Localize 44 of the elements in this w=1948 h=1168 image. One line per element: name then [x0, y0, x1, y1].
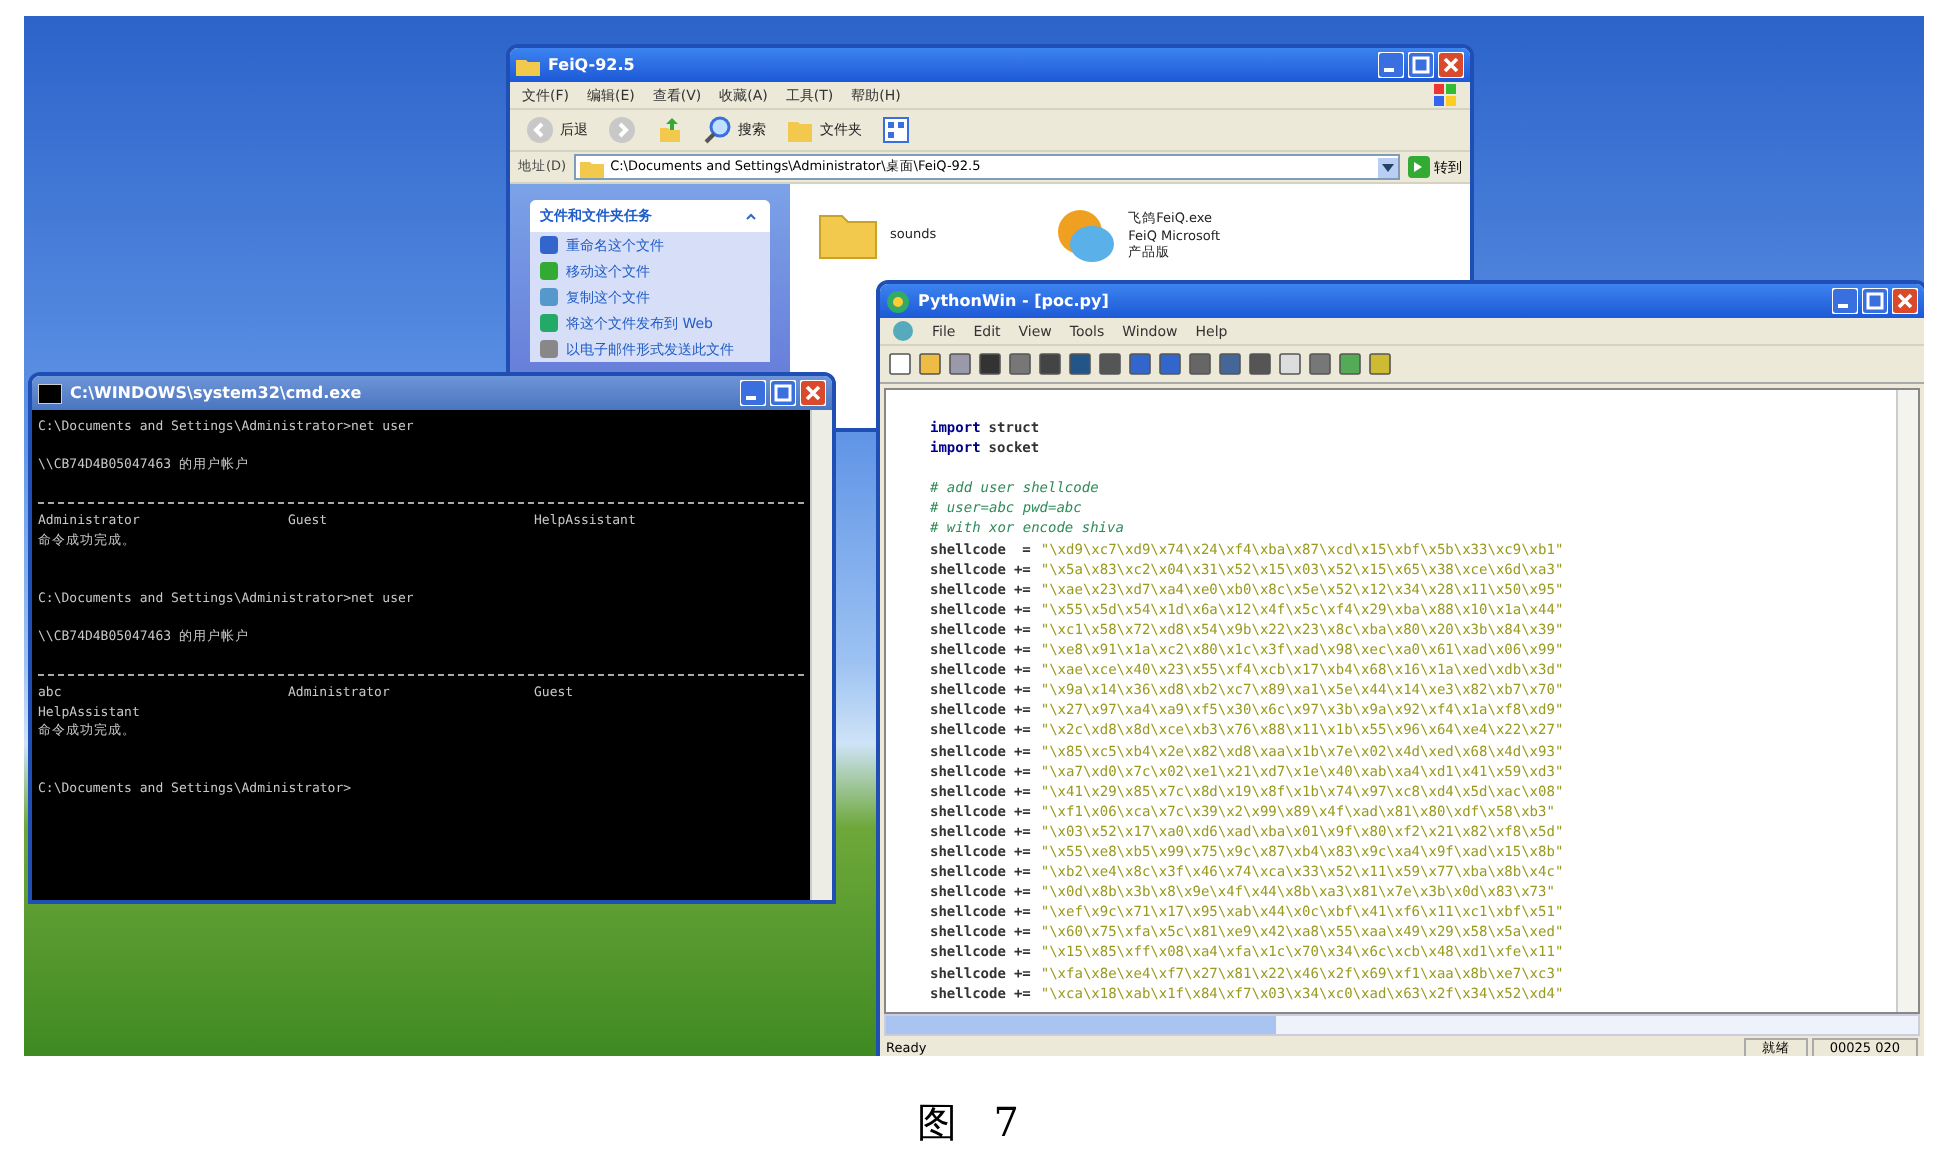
minimize-icon[interactable]	[1832, 288, 1858, 314]
toolbar-icon[interactable]	[1128, 352, 1152, 376]
window-title: FeiQ-92.5	[548, 56, 637, 74]
toolbar-icon[interactable]	[1008, 352, 1032, 376]
toolbar-icon[interactable]	[1068, 352, 1092, 376]
horizontal-scrollbar[interactable]	[884, 1014, 1920, 1036]
toolbar-icon[interactable]	[1038, 352, 1062, 376]
close-icon[interactable]	[800, 380, 826, 406]
close-icon[interactable]	[1892, 288, 1918, 314]
dropdown-icon	[1378, 157, 1398, 177]
close-icon[interactable]	[1438, 52, 1464, 78]
toolbar-icon[interactable]	[1278, 352, 1302, 376]
maximize-icon[interactable]	[770, 380, 796, 406]
minimize-icon[interactable]	[1378, 52, 1404, 78]
view-grid-icon	[882, 116, 910, 144]
toolbar-icon[interactable]	[1308, 352, 1332, 376]
folder-icon	[516, 55, 540, 75]
maximize-icon[interactable]	[1862, 288, 1888, 314]
maximize-icon[interactable]	[1408, 52, 1434, 78]
views-button[interactable]	[878, 114, 914, 146]
toolbar-icon[interactable]	[1338, 352, 1362, 376]
folder-icon	[786, 116, 814, 144]
toolbar-icon[interactable]	[1218, 352, 1242, 376]
search-icon	[704, 116, 732, 144]
toolbar-icon[interactable]	[1188, 352, 1212, 376]
toolbar-icon[interactable]	[978, 352, 1002, 376]
figure-caption: 图 7	[914, 1096, 1034, 1150]
windows-logo-icon	[1434, 83, 1458, 107]
folder-icon	[580, 157, 605, 177]
toolbar-icon[interactable]	[1158, 352, 1182, 376]
window-title: PythonWin - [poc.py]	[918, 292, 1111, 310]
minimize-icon[interactable]	[740, 380, 766, 406]
vertical-scrollbar[interactable]	[1896, 390, 1918, 1012]
window-title: C:\WINDOWS\system32\cmd.exe	[70, 384, 364, 402]
toolbar-icon[interactable]	[948, 352, 972, 376]
folder-up-icon	[656, 116, 684, 144]
vertical-scrollbar[interactable]	[810, 410, 832, 900]
scroll-thumb[interactable]	[886, 1016, 1276, 1034]
toolbar-icon[interactable]	[1368, 352, 1392, 376]
toolbar-icon[interactable]	[1248, 352, 1272, 376]
console-icon	[38, 383, 62, 403]
toolbar-icon[interactable]	[918, 352, 942, 376]
toolbar-icon[interactable]	[1098, 352, 1122, 376]
toolbar-icon[interactable]	[888, 352, 912, 376]
